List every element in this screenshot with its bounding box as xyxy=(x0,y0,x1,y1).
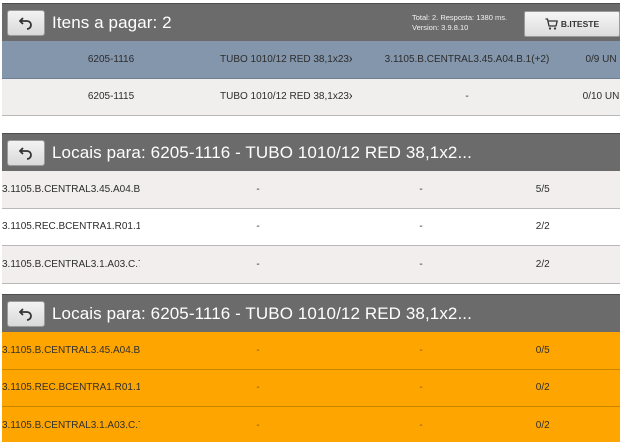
location-row[interactable]: 3.1105.B.CENTRAL3.45.A04.B.1 - - 0/5 xyxy=(2,332,620,370)
location-code: 3.1105.REC.BCENTRA1.R01.1.A.1 xyxy=(2,221,140,233)
item-qty: 0/10 UN xyxy=(582,91,620,103)
item-code: 6205-1115 xyxy=(87,91,135,103)
location-code: 3.1105.B.CENTRAL3.1.A03.C.7 xyxy=(2,258,140,270)
locais-header: Locais para: 6205-1116 - TUBO 1010/12 RE… xyxy=(2,133,620,171)
back-arrow-icon xyxy=(19,16,32,30)
location-col3: - xyxy=(419,258,423,270)
itens-header: Itens a pagar: 2 Total: 2. Resposta: 138… xyxy=(2,3,620,41)
back-arrow-icon xyxy=(19,146,32,160)
location-col2: - xyxy=(256,344,260,356)
user-button-label: B.ITESTE xyxy=(560,19,600,29)
location-code: 3.1105.B.CENTRAL3.45.A04.B.1 xyxy=(2,344,140,356)
location-row[interactable]: 3.1105.REC.BCENTRA1.R01.1.A.1 - - 0/2 xyxy=(2,369,620,407)
cart-icon xyxy=(545,18,558,30)
location-row[interactable]: 3.1105.B.CENTRAL3.45.A04.B.1 - - 5/5 xyxy=(2,171,620,209)
location-qty: 5/5 xyxy=(535,183,550,195)
back-arrow-icon xyxy=(19,307,32,321)
locais-title: Locais para: 6205-1116 - TUBO 1010/12 RE… xyxy=(52,142,472,162)
locais-pending-list: 3.1105.B.CENTRAL3.45.A04.B.1 - - 0/5 3.1… xyxy=(2,332,620,442)
back-button[interactable] xyxy=(7,139,45,166)
locais-pending-panel: Locais para: 6205-1116 - TUBO 1010/12 RE… xyxy=(2,294,620,442)
page-title: Itens a pagar: 2 xyxy=(52,12,172,32)
location-col2: - xyxy=(256,221,260,233)
location-col3: - xyxy=(419,344,423,356)
status-response: Total: 2. Resposta: 1380 ms. xyxy=(412,13,508,22)
location-qty: 0/2 xyxy=(535,382,550,394)
back-button[interactable] xyxy=(7,9,45,36)
location-col3: - xyxy=(419,382,423,394)
location-col2: - xyxy=(256,183,260,195)
locais-pending-header: Locais para: 6205-1116 - TUBO 1010/12 RE… xyxy=(2,294,620,332)
location-col2: - xyxy=(256,419,260,431)
location-code: 3.1105.REC.BCENTRA1.R01.1.A.1 xyxy=(2,382,140,394)
status-version: Version: 3.9.8.10 xyxy=(412,22,469,32)
location-row[interactable]: 3.1105.B.CENTRAL3.1.A03.C.7 - - 0/2 xyxy=(2,407,620,442)
location-col3: - xyxy=(419,221,423,233)
user-cart-button[interactable]: B.ITESTE xyxy=(524,11,620,37)
item-location: - xyxy=(465,91,469,103)
itens-a-pagar-panel: Itens a pagar: 2 Total: 2. Resposta: 138… xyxy=(2,3,620,116)
location-col3: - xyxy=(419,419,423,431)
itens-list: 6205-1116 TUBO 1010/12 RED 38,1x23x115,6… xyxy=(2,41,620,116)
item-code: 6205-1116 xyxy=(87,53,135,65)
locais-pending-title: Locais para: 6205-1116 - TUBO 1010/12 RE… xyxy=(52,303,472,323)
item-description: TUBO 1010/12 RED 38,1x23x115,6 xyxy=(220,53,352,65)
location-col3: - xyxy=(419,183,423,195)
location-qty: 2/2 xyxy=(535,221,550,233)
location-row[interactable]: 3.1105.B.CENTRAL3.1.A03.C.7 - - 2/2 xyxy=(2,246,620,284)
location-code: 3.1105.B.CENTRAL3.45.A04.B.1 xyxy=(2,183,140,195)
item-qty: 0/9 UN xyxy=(585,53,617,65)
status-info: Total: 2. Resposta: 1380 ms. Version: 3.… xyxy=(412,13,507,32)
location-col2: - xyxy=(256,258,260,270)
location-qty: 0/2 xyxy=(535,419,550,431)
location-col2: - xyxy=(256,382,260,394)
item-location: 3.1105.B.CENTRAL3.45.A04.B.1(+2) xyxy=(384,53,550,65)
item-row[interactable]: 6205-1116 TUBO 1010/12 RED 38,1x23x115,6… xyxy=(2,41,620,79)
location-code: 3.1105.B.CENTRAL3.1.A03.C.7 xyxy=(2,419,140,431)
location-qty: 0/5 xyxy=(535,344,550,356)
locais-panel: Locais para: 6205-1116 - TUBO 1010/12 RE… xyxy=(2,133,620,284)
back-button[interactable] xyxy=(7,300,45,327)
location-row[interactable]: 3.1105.REC.BCENTRA1.R01.1.A.1 - - 2/2 xyxy=(2,208,620,246)
location-qty: 2/2 xyxy=(535,258,550,270)
item-description: TUBO 1010/12 RED 38,1x23x165 xyxy=(220,91,352,103)
item-row[interactable]: 6205-1115 TUBO 1010/12 RED 38,1x23x165 -… xyxy=(2,78,620,116)
locais-list: 3.1105.B.CENTRAL3.45.A04.B.1 - - 5/5 3.1… xyxy=(2,171,620,284)
